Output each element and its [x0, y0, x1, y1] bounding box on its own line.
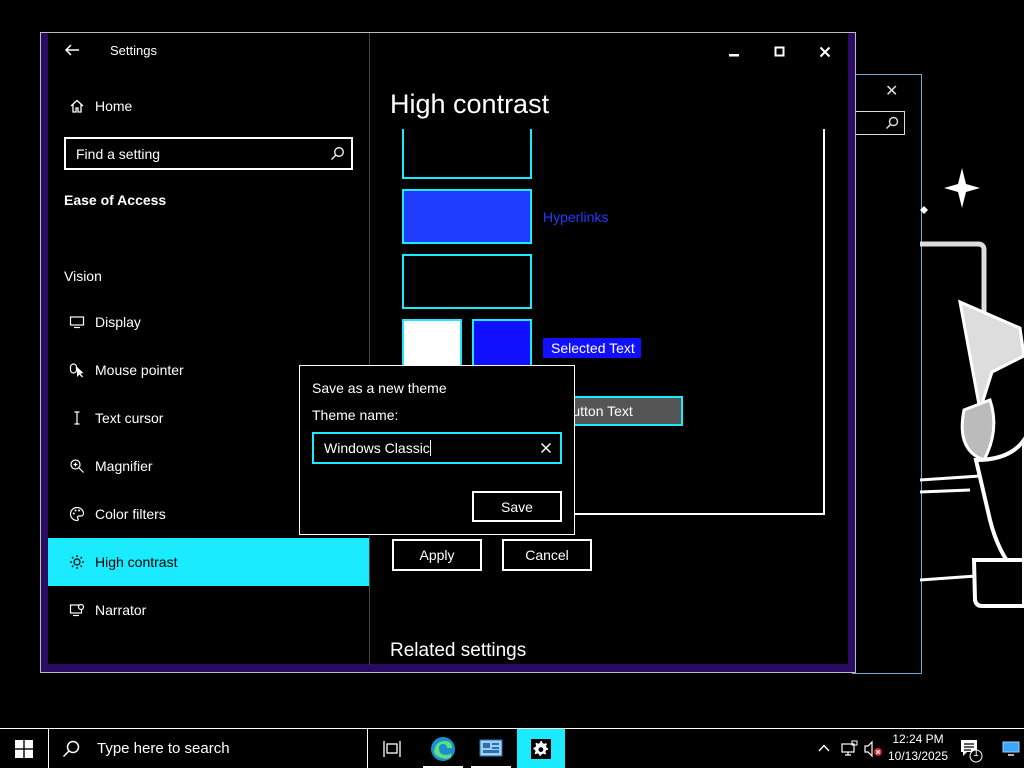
sidebar-item-label: Home [95, 98, 133, 114]
sidebar-item-label: Magnifier [95, 458, 153, 474]
notification-count: 1 [973, 748, 979, 759]
section-title: Ease of Access [64, 192, 167, 208]
save-button[interactable]: Save [472, 491, 562, 522]
clock-time: 12:24 PM [892, 732, 944, 746]
window-title: Settings [110, 43, 157, 58]
background-search-icon [886, 116, 899, 129]
apply-button[interactable]: Apply [392, 539, 482, 571]
sidebar-item-label: Display [95, 314, 141, 330]
theme-name-value: Windows Classic [324, 440, 430, 456]
taskbar-search-placeholder: Type here to search [97, 740, 230, 757]
sidebar-item-label: Text cursor [95, 410, 164, 426]
maximize-icon [774, 46, 785, 57]
windows-logo-icon [15, 740, 33, 758]
network-icon[interactable] [840, 740, 858, 763]
close-button[interactable] [802, 37, 848, 67]
maximize-button[interactable] [757, 37, 803, 67]
hyperlinks-label: Hyperlinks [543, 209, 609, 225]
minimize-button[interactable] [711, 37, 757, 67]
narrator-icon [53, 602, 101, 618]
gear-icon [531, 739, 551, 759]
magnifier-icon [53, 458, 101, 474]
save-theme-dialog: Save as a new theme Theme name: Windows … [299, 365, 575, 535]
sidebar-item-label: Color filters [95, 506, 166, 522]
sidebar-item-high-contrast[interactable]: High contrast [48, 538, 369, 586]
brightness-icon [53, 554, 101, 570]
mouse-pointer-icon [53, 362, 101, 378]
hyperlinks-color-swatch[interactable] [402, 189, 532, 244]
back-arrow-icon[interactable] [63, 41, 83, 61]
close-icon [819, 46, 831, 58]
search-icon [330, 146, 345, 166]
background-search-box[interactable] [853, 111, 905, 135]
taskbar: Type here to search 12:24 PM 10/13/2025 … [0, 728, 1024, 768]
page-title: High contrast [390, 89, 550, 119]
task-view-icon [383, 741, 401, 757]
home-icon [53, 98, 101, 114]
cancel-button[interactable]: Cancel [502, 539, 592, 571]
selected-text-preview: Selected Text [543, 338, 641, 358]
notification-icon [961, 740, 983, 763]
text-caret [429, 440, 431, 456]
taskbar-edge-button[interactable] [419, 729, 467, 768]
text-color-swatch[interactable] [402, 129, 532, 179]
background-window: ✕ [852, 74, 922, 674]
taskbar-settings-button[interactable] [517, 729, 565, 768]
monitor-icon [53, 314, 101, 330]
task-view-button[interactable] [368, 729, 416, 768]
start-button[interactable] [0, 729, 48, 768]
sidebar-item-label: Narrator [95, 602, 147, 618]
background-close-icon[interactable]: ✕ [885, 81, 898, 101]
sidebar-item-display[interactable]: Display [48, 298, 369, 346]
color-palette-icon [53, 506, 101, 522]
clear-icon[interactable] [538, 440, 554, 461]
desktop-illustration [920, 168, 1024, 608]
volume-muted-icon[interactable] [863, 740, 883, 763]
related-settings-heading: Related settings [390, 640, 527, 661]
taskbar-search-box[interactable]: Type here to search [48, 729, 368, 768]
text-cursor-icon [53, 410, 101, 426]
search-input[interactable] [66, 139, 351, 168]
minimize-icon [729, 54, 739, 57]
sidebar-item-home[interactable]: Home [48, 82, 369, 130]
show-desktop-icon[interactable] [1002, 741, 1020, 762]
sidebar-item-label: High contrast [95, 554, 178, 570]
sidebar-item-label: Mouse pointer [95, 362, 184, 378]
taskbar-control-panel-button[interactable] [467, 729, 515, 768]
sidebar-item-narrator[interactable]: Narrator [48, 586, 369, 634]
find-setting-search-box[interactable] [64, 137, 353, 170]
clock-date: 10/13/2025 [887, 749, 949, 763]
group-label-vision: Vision [64, 268, 102, 284]
edge-browser-icon [431, 737, 455, 761]
search-icon [62, 740, 80, 757]
control-panel-icon [479, 739, 503, 757]
sidebar-divider [369, 33, 370, 665]
settings-window: Settings Home Ease of Access Vision Disp… [40, 32, 856, 673]
dialog-title: Save as a new theme [312, 380, 447, 396]
disabled-text-color-swatch[interactable] [402, 254, 532, 309]
theme-name-label: Theme name: [312, 407, 399, 423]
taskbar-clock[interactable]: 12:24 PM 10/13/2025 [886, 731, 950, 765]
show-hidden-icons-chevron-icon[interactable] [816, 740, 832, 761]
action-center-button[interactable]: 1 [958, 737, 984, 768]
theme-name-input[interactable]: Windows Classic [312, 432, 562, 464]
